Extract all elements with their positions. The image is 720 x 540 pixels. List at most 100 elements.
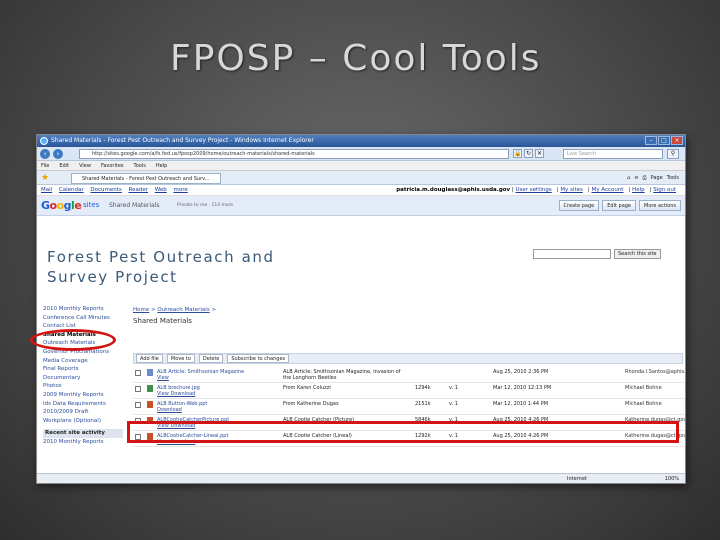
- google-bar: Mail Calendar Documents Reader Web more …: [37, 185, 685, 196]
- create-page-button[interactable]: Create page: [558, 200, 600, 211]
- file-name[interactable]: ALB Article: Smithsonian Magazine View: [157, 369, 277, 381]
- ie-icon: [40, 137, 48, 145]
- row-checkbox[interactable]: [135, 402, 141, 408]
- link-calendar[interactable]: Calendar: [59, 187, 84, 193]
- forward-icon[interactable]: ›: [53, 149, 63, 159]
- menu-bar: File Edit View Favorites Tools Help: [37, 161, 685, 171]
- page-title: Shared Materials: [133, 317, 192, 325]
- maximize-icon[interactable]: □: [658, 136, 670, 145]
- highlight-rectangle: [127, 421, 679, 443]
- sidebar-item[interactable]: Media Coverage: [43, 357, 123, 366]
- search-icon[interactable]: ⚲: [667, 149, 679, 159]
- link-reader[interactable]: Reader: [129, 187, 148, 193]
- search-site-button[interactable]: Search this site: [614, 249, 661, 259]
- page-menu[interactable]: Page: [651, 173, 663, 183]
- breadcrumb: Home > Outreach Materials >: [133, 307, 217, 313]
- link-my-sites[interactable]: My sites: [560, 187, 583, 193]
- link-user-settings[interactable]: User settings: [516, 187, 552, 193]
- file-user: Michael Bohne: [625, 385, 662, 391]
- file-links[interactable]: Download: [157, 407, 182, 413]
- file-description: From Karen Coluzzi: [283, 385, 331, 391]
- live-search-input[interactable]: Live Search: [563, 149, 663, 159]
- file-version: v. 1: [449, 385, 458, 391]
- recent-activity-item[interactable]: 2010 Monthly Reports: [43, 438, 123, 447]
- tab-shared-materials[interactable]: Shared Materials - Forest Pest Outreach …: [71, 173, 221, 184]
- lock-icon[interactable]: 🔒: [513, 149, 522, 158]
- sidebar-item[interactable]: Ids Data Requirements: [43, 400, 123, 409]
- home-icon[interactable]: ⌂: [627, 173, 630, 183]
- file-name[interactable]: ALB Button-Web.ppt Download: [157, 401, 277, 413]
- file-links[interactable]: View: [157, 375, 169, 381]
- site-search-input[interactable]: [533, 249, 611, 259]
- sidebar-item[interactable]: Final Reports: [43, 365, 123, 374]
- link-more[interactable]: more: [173, 187, 187, 193]
- link-web[interactable]: Web: [155, 187, 167, 193]
- file-actions: Add file Move to Delete Subscribe to cha…: [133, 353, 683, 364]
- ppt-file-icon: [147, 401, 153, 408]
- file-size: 2151k: [415, 401, 431, 407]
- sidebar-item[interactable]: Conference Call Minutes: [43, 314, 123, 323]
- feeds-icon[interactable]: ≋: [634, 173, 638, 183]
- file-date: Mar 12, 2010 1:44 PM: [493, 401, 549, 407]
- sidebar-item[interactable]: Workplans (Optional): [43, 417, 123, 426]
- refresh-icon[interactable]: ↻: [524, 149, 533, 158]
- sidebar-item[interactable]: Documentary: [43, 374, 123, 383]
- link-sign-out[interactable]: Sign out: [653, 187, 676, 193]
- zoom-level[interactable]: 100%: [665, 474, 679, 483]
- address-actions: 🔒 ↻ ✕: [513, 149, 544, 158]
- sidebar-item[interactable]: 2010 Monthly Reports: [43, 305, 123, 314]
- sidebar-item[interactable]: 2009 Monthly Reports: [43, 391, 123, 400]
- url-field[interactable]: http://sites.google.com/a/fs.fed.us/fpos…: [79, 149, 509, 159]
- subscribe-button[interactable]: Subscribe to changes: [227, 354, 290, 363]
- link-documents[interactable]: Documents: [90, 187, 121, 193]
- menu-edit[interactable]: Edit: [59, 161, 69, 170]
- move-to-button[interactable]: Move to: [166, 354, 195, 363]
- favorites-star-icon[interactable]: ★: [41, 173, 49, 183]
- menu-view[interactable]: View: [79, 161, 91, 170]
- recent-activity-heading: Recent site activity: [43, 429, 123, 438]
- sites-toolbar: Google sites Shared Materials Private to…: [37, 196, 685, 216]
- stop-icon[interactable]: ✕: [535, 149, 544, 158]
- file-description: ALB Article: Smithsonian Magazine, invas…: [283, 369, 401, 381]
- link-help[interactable]: Help: [632, 187, 645, 193]
- add-file-button[interactable]: Add file: [136, 354, 163, 363]
- file-name[interactable]: ALB brochure.jpg View Download: [157, 385, 277, 397]
- menu-file[interactable]: File: [41, 161, 49, 170]
- minimize-icon[interactable]: –: [645, 136, 657, 145]
- back-icon[interactable]: ‹: [40, 149, 50, 159]
- menu-help[interactable]: Help: [156, 161, 167, 170]
- sites-page-name: Shared Materials: [109, 202, 160, 209]
- site-title: Forest Pest Outreach and Survey Project: [47, 248, 275, 286]
- sidebar: 2010 Monthly Reports Conference Call Min…: [43, 305, 123, 447]
- link-my-account[interactable]: My Account: [592, 187, 624, 193]
- google-logo[interactable]: Google: [41, 199, 82, 212]
- status-bar: Internet 100%: [37, 473, 685, 483]
- menu-tools[interactable]: Tools: [134, 161, 146, 170]
- sites-logo-text: sites: [83, 201, 100, 209]
- sidebar-item[interactable]: Photos: [43, 382, 123, 391]
- sharing-status[interactable]: Private to me · 114 more: [177, 203, 233, 208]
- sidebar-item[interactable]: 2010/2009 Draft: [43, 408, 123, 417]
- user-area: patricia.m.douglass@aphis.usda.gov | Use…: [396, 187, 676, 193]
- row-checkbox[interactable]: [135, 370, 141, 376]
- menu-favorites[interactable]: Favorites: [101, 161, 124, 170]
- slide-title: FPOSP – Cool Tools: [170, 38, 542, 79]
- tools-menu[interactable]: Tools: [667, 173, 679, 183]
- more-actions-button[interactable]: More actions: [639, 200, 681, 211]
- file-date: Aug 25, 2010 2:36 PM: [493, 369, 549, 375]
- file-size: 1294k: [415, 385, 431, 391]
- window-controls: – □ ×: [645, 136, 683, 145]
- delete-button[interactable]: Delete: [198, 354, 224, 363]
- link-mail[interactable]: Mail: [41, 187, 52, 193]
- file-links[interactable]: View Download: [157, 391, 195, 397]
- breadcrumb-parent[interactable]: Outreach Materials: [157, 307, 209, 313]
- print-icon[interactable]: ⎙: [643, 173, 647, 183]
- link-icon: [147, 369, 153, 376]
- image-file-icon: [147, 385, 153, 392]
- security-zone: Internet: [567, 476, 587, 482]
- edit-page-button[interactable]: Edit page: [602, 200, 637, 211]
- row-checkbox[interactable]: [135, 386, 141, 392]
- address-bar: ‹ › http://sites.google.com/a/fs.fed.us/…: [37, 147, 685, 161]
- breadcrumb-home[interactable]: Home: [133, 307, 149, 313]
- close-icon[interactable]: ×: [671, 136, 683, 145]
